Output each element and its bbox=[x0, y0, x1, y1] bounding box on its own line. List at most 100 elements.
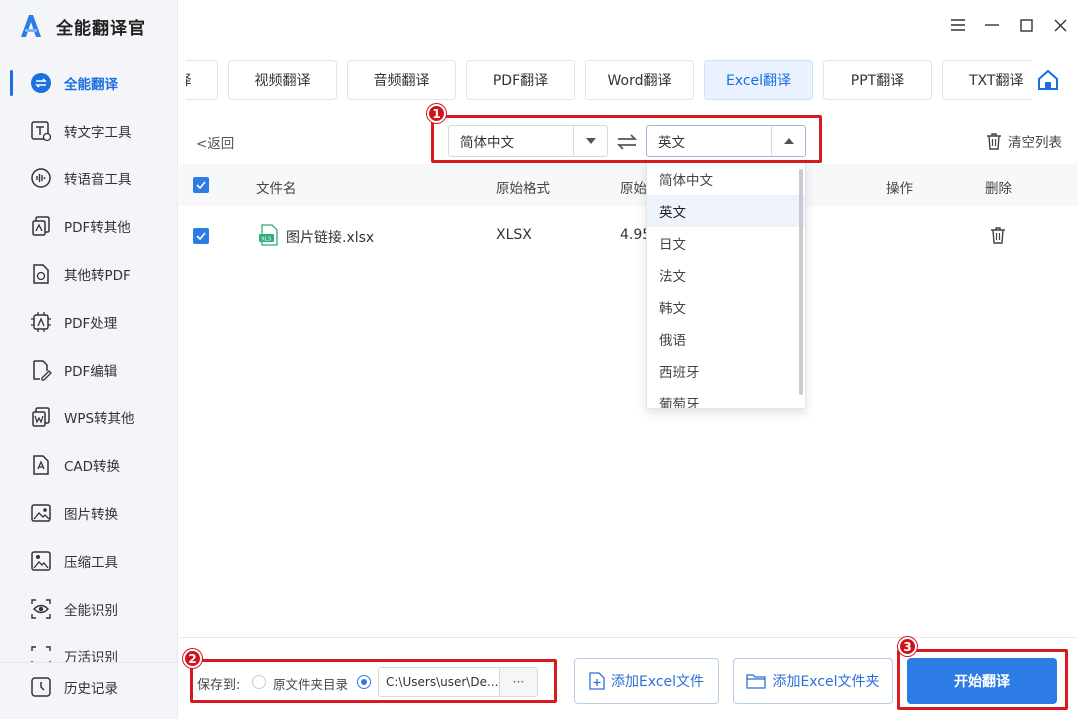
swap-circle-icon bbox=[30, 72, 52, 94]
wps-icon bbox=[30, 406, 52, 428]
add-file-icon bbox=[589, 672, 605, 690]
eye-scan-icon bbox=[30, 598, 52, 620]
sidebar-item-pdf-edit[interactable]: PDF编辑 bbox=[0, 346, 177, 394]
text-convert-icon bbox=[30, 120, 52, 142]
file-name: 图片链接.xlsx bbox=[286, 230, 375, 246]
browse-button[interactable]: ··· bbox=[499, 668, 537, 696]
sidebar-item-all-translate[interactable]: 全能翻译 bbox=[0, 59, 177, 107]
annotation-badge-2: 2 bbox=[183, 649, 202, 668]
home-icon[interactable] bbox=[1036, 68, 1060, 92]
sidebar-item-recognize[interactable]: 全能识别 bbox=[0, 585, 177, 633]
back-button[interactable]: <返回 bbox=[196, 132, 234, 152]
add-excel-file-button[interactable]: 添加Excel文件 bbox=[574, 658, 719, 704]
dropdown-scrollbar[interactable] bbox=[799, 169, 803, 395]
language-option[interactable]: 韩文 bbox=[647, 291, 805, 323]
xls-file-icon: XLS bbox=[259, 224, 278, 246]
sidebar-item-label: CAD转换 bbox=[64, 459, 121, 476]
image-convert-icon bbox=[30, 502, 52, 524]
sidebar-item-pdf-process[interactable]: PDF处理 bbox=[0, 298, 177, 346]
language-option[interactable]: 法文 bbox=[647, 259, 805, 291]
pdf-chip-icon bbox=[30, 311, 52, 333]
tab-audio-translate[interactable]: 音频翻译 bbox=[347, 60, 456, 100]
caret-down-icon bbox=[573, 126, 607, 156]
sidebar: 全能翻译官 全能翻译 转文字工具 转语音工具 PDF转其他 其他转PDF PDF… bbox=[0, 0, 178, 719]
sidebar-item-other-to-pdf[interactable]: 其他转PDF bbox=[0, 250, 177, 298]
radio-original-folder[interactable] bbox=[252, 675, 266, 689]
add-excel-folder-button[interactable]: 添加Excel文件夹 bbox=[733, 658, 893, 704]
history-icon bbox=[30, 676, 52, 698]
tab-bar: 图片翻译 视频翻译 音频翻译 PDF翻译 Word翻译 Excel翻译 PPT翻… bbox=[186, 60, 1032, 101]
target-language-select[interactable]: 英文 bbox=[646, 125, 806, 157]
sidebar-item-image-convert[interactable]: 图片转换 bbox=[0, 489, 177, 537]
svg-text:XLS: XLS bbox=[261, 237, 272, 243]
header-size: 原始 bbox=[620, 181, 647, 197]
language-option-selected[interactable]: 英文 bbox=[647, 195, 805, 227]
tab-excel-translate[interactable]: Excel翻译 bbox=[704, 60, 813, 100]
output-path-field[interactable]: C:\Users\user\De... ··· bbox=[378, 667, 538, 697]
language-option[interactable]: 俄语 bbox=[647, 323, 805, 355]
row-checkbox[interactable] bbox=[193, 228, 209, 244]
save-to-label: 保存到: bbox=[197, 678, 241, 693]
minimize-icon[interactable] bbox=[984, 12, 1000, 38]
language-option[interactable]: 日文 bbox=[647, 227, 805, 259]
close-icon[interactable] bbox=[1052, 12, 1068, 38]
sidebar-item-label: WPS转其他 bbox=[64, 411, 135, 428]
radio-custom-path[interactable] bbox=[357, 675, 371, 689]
sidebar-item-text-tool[interactable]: 转文字工具 bbox=[0, 107, 177, 155]
sidebar-item-compress[interactable]: 压缩工具 bbox=[0, 537, 177, 585]
sidebar-item-label: 图片转换 bbox=[64, 507, 118, 524]
sidebar-item-cad[interactable]: CAD转换 bbox=[0, 441, 177, 489]
tab-ppt-translate[interactable]: PPT翻译 bbox=[823, 60, 932, 100]
table-row: XLS 图片链接.xlsx XLSX 4.95 bbox=[179, 213, 1078, 257]
language-option[interactable]: 葡萄牙 bbox=[647, 387, 805, 408]
clear-list-button[interactable]: 清空列表 bbox=[986, 131, 1062, 151]
sidebar-item-label: PDF处理 bbox=[64, 315, 118, 332]
sidebar-item-history[interactable]: 历史记录 bbox=[0, 663, 177, 711]
tab-image-translate[interactable]: 图片翻译 bbox=[186, 60, 218, 100]
check-icon bbox=[196, 232, 206, 240]
select-all-checkbox[interactable] bbox=[193, 177, 209, 193]
compress-icon bbox=[30, 550, 52, 572]
menu-icon[interactable] bbox=[950, 12, 966, 38]
sidebar-item-pdf-to-other[interactable]: PDF转其他 bbox=[0, 202, 177, 250]
radio-original-folder-label: 原文件夹目录 bbox=[273, 677, 349, 692]
check-icon bbox=[196, 181, 206, 189]
voice-wave-icon bbox=[30, 167, 52, 189]
swap-languages-icon[interactable] bbox=[616, 131, 638, 153]
header-delete: 删除 bbox=[985, 181, 1012, 197]
tab-pdf-translate[interactable]: PDF翻译 bbox=[466, 60, 575, 100]
pdf-edit-icon bbox=[30, 359, 52, 381]
sidebar-item-label: PDF编辑 bbox=[64, 363, 118, 380]
language-option[interactable]: 简体中文 bbox=[647, 163, 805, 195]
sidebar-item-wps-to-other[interactable]: WPS转其他 bbox=[0, 394, 177, 442]
pdf-export-icon bbox=[30, 215, 52, 237]
maximize-icon[interactable] bbox=[1018, 12, 1034, 38]
source-language-select[interactable]: 简体中文 bbox=[448, 125, 608, 157]
sidebar-history: 历史记录 bbox=[0, 662, 177, 711]
target-language-dropdown: 简体中文 英文 日文 法文 韩文 俄语 西班牙 葡萄牙 bbox=[646, 162, 806, 409]
window-controls bbox=[950, 12, 1068, 38]
pdf-import-icon bbox=[30, 263, 52, 285]
sidebar-item-label: 其他转PDF bbox=[64, 268, 131, 285]
sidebar-item-label: PDF转其他 bbox=[64, 220, 131, 237]
brand: 全能翻译官 bbox=[18, 10, 146, 42]
tab-video-translate[interactable]: 视频翻译 bbox=[228, 60, 337, 100]
output-path-value: C:\Users\user\De... bbox=[386, 675, 499, 689]
sidebar-item-label: 全能翻译 bbox=[64, 76, 118, 93]
target-language-value: 英文 bbox=[658, 135, 685, 151]
delete-row-icon[interactable] bbox=[990, 226, 1006, 244]
sidebar-nav: 全能翻译 转文字工具 转语音工具 PDF转其他 其他转PDF PDF处理 PDF… bbox=[0, 59, 177, 680]
tab-txt-translate[interactable]: TXT翻译 bbox=[942, 60, 1032, 100]
language-option[interactable]: 西班牙 bbox=[647, 355, 805, 387]
app-logo-icon bbox=[21, 15, 41, 37]
sidebar-item-voice-tool[interactable]: 转语音工具 bbox=[0, 155, 177, 203]
sidebar-item-label: 转文字工具 bbox=[64, 124, 132, 141]
cad-icon bbox=[30, 454, 52, 476]
header-filename: 文件名 bbox=[256, 181, 297, 197]
table-header: 文件名 原始格式 原始 操作 删除 bbox=[179, 164, 1078, 206]
trash-icon bbox=[987, 133, 1001, 150]
tab-word-translate[interactable]: Word翻译 bbox=[585, 60, 694, 100]
folder-icon bbox=[746, 674, 767, 689]
start-translate-button[interactable]: 开始翻译 bbox=[907, 658, 1057, 704]
file-format: XLSX bbox=[496, 227, 532, 243]
